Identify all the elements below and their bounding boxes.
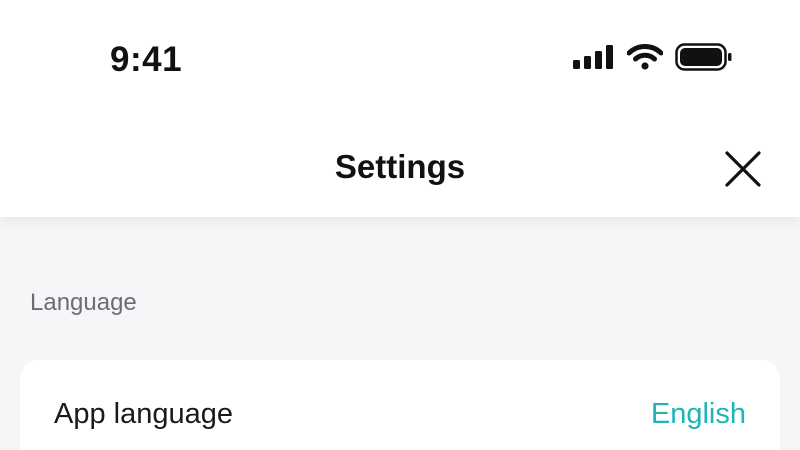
section-label-language: Language	[30, 289, 137, 316]
status-icons	[573, 42, 733, 76]
battery-icon	[675, 42, 733, 76]
language-settings-card: App language English	[20, 360, 780, 450]
close-button[interactable]	[720, 148, 766, 194]
app-language-value: English	[650, 398, 746, 430]
wifi-icon	[626, 43, 664, 75]
close-icon	[724, 150, 762, 193]
status-time: 9:41	[110, 40, 183, 79]
app-language-row[interactable]: App language English	[20, 360, 780, 450]
top-bar: 9:41 Settings	[0, 0, 800, 217]
cellular-signal-icon	[573, 44, 615, 74]
app-language-label: App language	[54, 398, 233, 430]
page-title: Settings	[334, 148, 466, 185]
